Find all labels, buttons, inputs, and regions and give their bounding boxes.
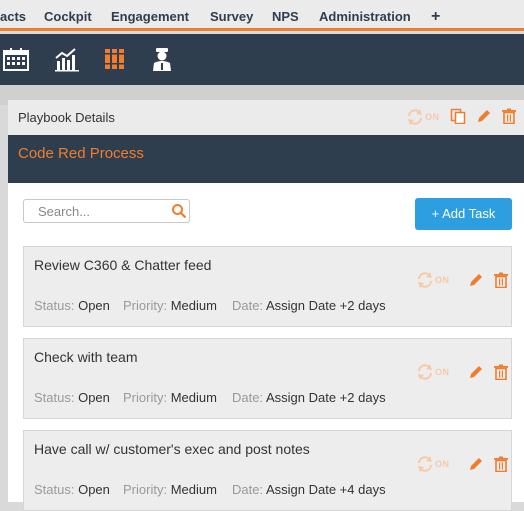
search-box <box>23 199 190 223</box>
task-status: Status: Open <box>34 390 110 405</box>
agent-icon[interactable] <box>149 46 175 72</box>
copy-icon[interactable] <box>450 108 466 124</box>
status-value: Open <box>78 482 110 497</box>
delete-icon[interactable] <box>493 456 509 472</box>
task-date: Date: Assign Date +2 days <box>232 298 386 313</box>
task-status: Status: Open <box>34 298 110 313</box>
date-value: Assign Date +2 days <box>265 390 386 405</box>
edit-icon[interactable] <box>476 108 492 124</box>
search-icon[interactable] <box>171 203 187 219</box>
status-value: Open <box>78 298 110 313</box>
task-title: Review C360 & Chatter feed <box>34 257 212 273</box>
task-priority: Priority: Medium <box>123 390 217 405</box>
sync-status: ON <box>435 459 450 469</box>
priority-value: Medium <box>170 298 217 313</box>
search-input[interactable] <box>38 203 168 220</box>
sync-status: ON <box>435 275 450 285</box>
delete-icon[interactable] <box>493 272 509 288</box>
nav-item-engagement[interactable]: Engagement <box>111 9 189 24</box>
task-card[interactable]: Review C360 & Chatter feed Status: Open … <box>23 246 512 327</box>
priority-label: Priority: <box>123 298 168 313</box>
delete-icon[interactable] <box>501 108 517 124</box>
edit-icon[interactable] <box>468 456 484 472</box>
sync-status: ON <box>435 367 450 377</box>
date-value: Assign Date +4 days <box>265 482 386 497</box>
playbook-title: Code Red Process <box>18 145 144 162</box>
priority-value: Medium <box>170 390 217 405</box>
task-priority: Priority: Medium <box>123 298 217 313</box>
date-label: Date: <box>232 390 264 405</box>
date-label: Date: <box>232 482 264 497</box>
edit-icon[interactable] <box>468 272 484 288</box>
add-task-button[interactable]: + Add Task <box>415 198 512 230</box>
date-value: Assign Date +2 days <box>265 298 386 313</box>
status-value: Open <box>78 390 110 405</box>
status-label: Status: <box>34 298 75 313</box>
date-label: Date: <box>232 298 264 313</box>
chart-icon[interactable] <box>54 46 80 72</box>
task-status: Status: Open <box>34 482 110 497</box>
nav-item-contacts[interactable]: acts <box>0 9 26 24</box>
sync-status: ON <box>425 112 440 122</box>
nav-item-administration[interactable]: Administration <box>319 9 411 24</box>
task-priority: Priority: Medium <box>123 482 217 497</box>
status-label: Status: <box>34 482 75 497</box>
playbook-icon[interactable] <box>102 46 128 72</box>
sync-icon[interactable] <box>416 363 434 381</box>
status-label: Status: <box>34 390 75 405</box>
priority-label: Priority: <box>123 390 168 405</box>
nav-item-cockpit[interactable]: Cockpit <box>44 9 92 24</box>
task-date: Date: Assign Date +4 days <box>232 482 386 497</box>
sync-icon[interactable] <box>416 271 434 289</box>
priority-label: Priority: <box>123 482 168 497</box>
priority-value: Medium <box>170 482 217 497</box>
task-card[interactable]: Check with team Status: Open Priority: M… <box>23 338 512 419</box>
playbook-title-bar: Code Red Process <box>8 135 524 183</box>
playbook-panel: Playbook Details ON Code Red Process Sea… <box>8 100 524 511</box>
delete-icon[interactable] <box>493 364 509 380</box>
task-card[interactable]: Have call w/ customer's exec and post no… <box>23 430 512 511</box>
sync-icon[interactable] <box>406 108 424 126</box>
add-tab-icon[interactable]: + <box>431 8 440 26</box>
task-title: Have call w/ customer's exec and post no… <box>34 441 310 457</box>
playbook-details-header: Playbook Details ON <box>8 100 524 135</box>
playbook-details-label: Playbook Details <box>18 110 115 125</box>
calendar-icon[interactable] <box>3 46 29 72</box>
task-title: Check with team <box>34 349 138 365</box>
sync-icon[interactable] <box>416 455 434 473</box>
module-toolbar <box>0 34 524 85</box>
edit-icon[interactable] <box>468 364 484 380</box>
nav-item-survey[interactable]: Survey <box>210 9 253 24</box>
top-nav: acts Cockpit Engagement Survey NPS Admin… <box>0 0 524 31</box>
nav-item-nps[interactable]: NPS <box>272 9 299 24</box>
task-date: Date: Assign Date +2 days <box>232 390 386 405</box>
